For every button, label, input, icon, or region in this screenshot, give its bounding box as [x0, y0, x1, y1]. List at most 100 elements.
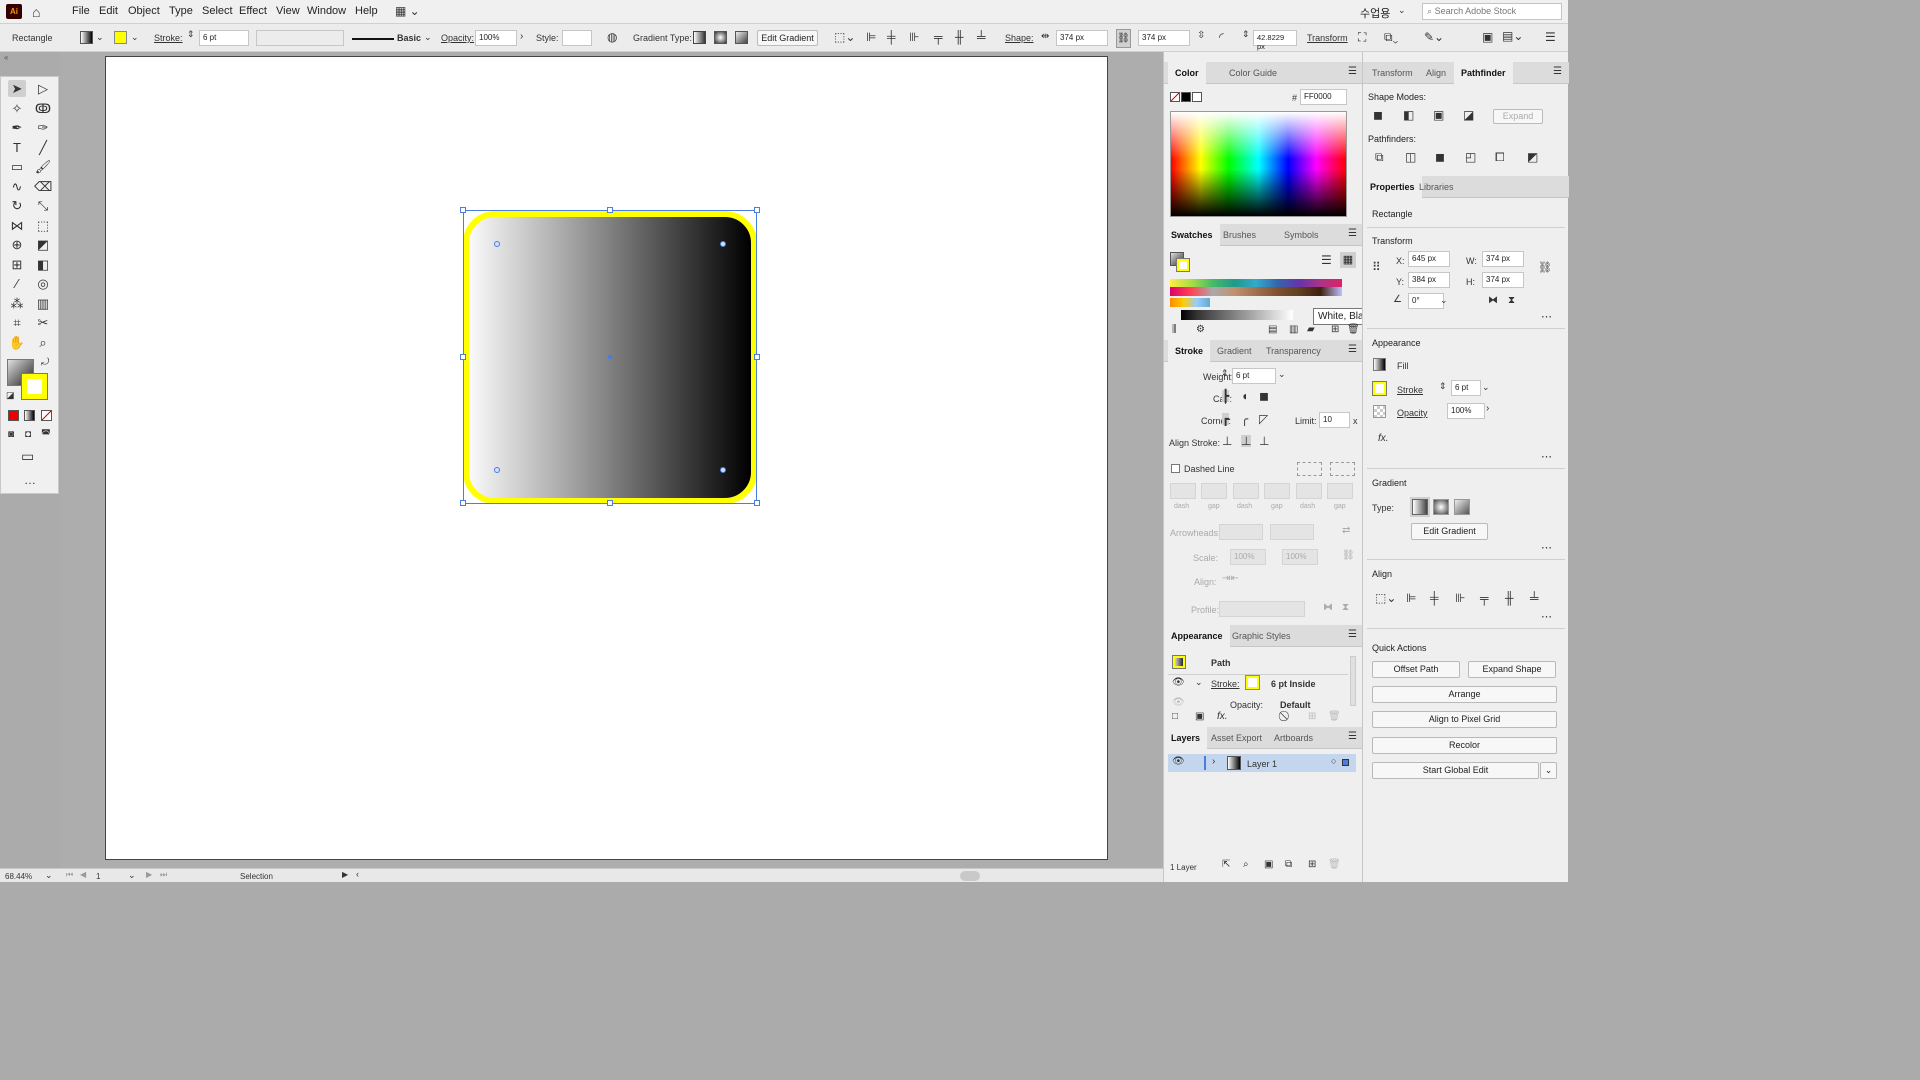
- radial-gradient-button[interactable]: [714, 31, 727, 44]
- chevron-right-icon[interactable]: ›: [1212, 757, 1215, 767]
- menu-icon[interactable]: ☰: [1545, 31, 1556, 43]
- color-spectrum[interactable]: [1170, 111, 1347, 217]
- eye-icon[interactable]: 👁: [1172, 698, 1185, 708]
- tab-asset-export[interactable]: Asset Export: [1204, 727, 1269, 749]
- stepper-icon[interactable]: ⇕: [1221, 369, 1229, 378]
- locate-object-icon[interactable]: ⌕: [1243, 860, 1249, 870]
- stroke-label[interactable]: Stroke: [1397, 385, 1423, 395]
- tab-artboards[interactable]: Artboards: [1267, 727, 1320, 749]
- next-artboard-icon[interactable]: ▶: [146, 871, 152, 879]
- miter-join-icon[interactable]: ┏: [1222, 413, 1230, 425]
- fill-swatch[interactable]: [80, 31, 93, 44]
- recolor-icon[interactable]: ◍: [607, 31, 617, 43]
- more-options-icon[interactable]: ⋯: [1541, 312, 1552, 323]
- first-artboard-icon[interactable]: ⏮: [66, 871, 73, 879]
- target-icon[interactable]: ○: [1331, 757, 1336, 766]
- screen-mode-icon[interactable]: ▭: [21, 449, 34, 463]
- new-sublayer-icon[interactable]: ⧉: [1285, 860, 1292, 870]
- butt-cap-icon[interactable]: ┣: [1222, 390, 1230, 402]
- global-edit-options-button[interactable]: ⌄: [1540, 762, 1557, 779]
- tab-libraries[interactable]: Libraries: [1412, 176, 1461, 198]
- opacity-label[interactable]: Opacity:: [441, 33, 474, 43]
- align-bottom-icon[interactable]: ╧: [977, 31, 986, 43]
- freeform-gradient-button[interactable]: [1454, 499, 1470, 515]
- panel-menu-icon[interactable]: ☰: [1348, 67, 1357, 77]
- swatch-row-2[interactable]: [1170, 287, 1342, 296]
- flip-horizontal-icon[interactable]: ⧓: [1488, 296, 1498, 306]
- flip-vertical-icon[interactable]: ⧗: [1508, 296, 1515, 306]
- appearance-opacity-label[interactable]: Opacity:: [1230, 700, 1263, 710]
- y-input[interactable]: 384 px: [1408, 272, 1450, 288]
- artboard-tool-icon[interactable]: ⌗: [8, 314, 26, 331]
- rectangle-tool-icon[interactable]: ▭: [8, 158, 26, 175]
- weight-input[interactable]: 6 pt: [1232, 368, 1276, 384]
- add-stroke-icon[interactable]: □: [1172, 712, 1178, 722]
- appearance-stroke-label[interactable]: Stroke:: [1211, 679, 1240, 689]
- add-fill-icon[interactable]: ▣: [1195, 712, 1204, 722]
- swap-colors-icon[interactable]: ⤾: [41, 358, 49, 368]
- trim-icon[interactable]: ◫: [1405, 151, 1416, 163]
- panel-menu-icon[interactable]: ☰: [1553, 67, 1562, 77]
- align-top-icon[interactable]: ╤: [934, 31, 943, 43]
- more-options-icon[interactable]: ⋯: [1541, 543, 1552, 554]
- magic-wand-tool-icon[interactable]: ✧: [8, 100, 26, 117]
- edit-gradient-button[interactable]: Edit Gradient: [1411, 523, 1488, 540]
- align-to-icon[interactable]: ⬚⌄: [834, 31, 855, 43]
- export-icon[interactable]: ⇱: [1222, 860, 1230, 870]
- curvature-tool-icon[interactable]: ✑: [34, 119, 52, 136]
- chevron-down-icon[interactable]: ⌄: [1440, 296, 1448, 305]
- duplicate-item-icon[interactable]: ⊞: [1308, 712, 1316, 722]
- align-to-icon[interactable]: ⬚⌄: [1375, 592, 1396, 604]
- delete-icon[interactable]: 🗑: [1328, 712, 1341, 722]
- panel-menu-icon[interactable]: ☰: [1348, 345, 1357, 355]
- appearance-stroke-swatch[interactable]: [1245, 675, 1260, 690]
- gradient-tool-icon[interactable]: ◧: [34, 256, 52, 273]
- align-outside-stroke-icon[interactable]: ⊥: [1259, 435, 1269, 447]
- flip-profile-icon[interactable]: ⧓: [1323, 603, 1333, 613]
- stepper-icon[interactable]: ⇕: [187, 30, 195, 39]
- resize-handle[interactable]: [754, 500, 760, 506]
- swatch-row-4[interactable]: [1181, 310, 1293, 320]
- minus-back-icon[interactable]: ◩: [1527, 151, 1538, 163]
- shape-builder-tool-icon[interactable]: ⊕: [8, 236, 26, 253]
- tab-brushes[interactable]: Brushes: [1216, 224, 1263, 246]
- chevron-down-icon[interactable]: ⌄: [128, 871, 136, 880]
- horizontal-scrollbar-thumb[interactable]: [960, 871, 980, 881]
- new-swatch-icon[interactable]: ⊞: [1331, 325, 1339, 335]
- expand-shape-button[interactable]: Expand Shape: [1468, 661, 1556, 678]
- reference-point-icon[interactable]: ⠿: [1372, 261, 1381, 273]
- tab-symbols[interactable]: Symbols: [1277, 224, 1326, 246]
- hand-tool-icon[interactable]: ✋: [8, 334, 26, 351]
- dash-input-1[interactable]: [1170, 483, 1196, 499]
- flip-profile-vertical-icon[interactable]: ⧗: [1342, 603, 1349, 613]
- fill-swatch[interactable]: [1373, 358, 1386, 371]
- workspace-name[interactable]: 수업용: [1360, 5, 1390, 21]
- menu-effect[interactable]: Effect: [239, 5, 267, 17]
- tab-align[interactable]: Align: [1419, 62, 1453, 84]
- shaper-tool-icon[interactable]: ∿: [8, 178, 26, 195]
- scale-end-input[interactable]: 100%: [1282, 549, 1318, 565]
- line-tool-icon[interactable]: ╱: [34, 139, 52, 156]
- isolate-icon[interactable]: ⛶: [1358, 31, 1366, 43]
- tab-color[interactable]: Color: [1168, 62, 1206, 84]
- stepper-icon[interactable]: ⇕: [1439, 382, 1447, 391]
- arrange-button[interactable]: Arrange: [1372, 686, 1557, 703]
- menu-file[interactable]: File: [72, 5, 90, 17]
- color-mode-button[interactable]: [8, 410, 19, 421]
- crop-icon[interactable]: ◰: [1465, 151, 1476, 163]
- panel-menu-icon[interactable]: ▤⌄: [1502, 30, 1523, 42]
- clipping-mask-icon[interactable]: ▣: [1264, 860, 1273, 870]
- swatch-row-3[interactable]: [1170, 298, 1210, 307]
- minus-front-icon[interactable]: ◧: [1403, 109, 1414, 121]
- shape-label[interactable]: Shape:: [1005, 33, 1034, 43]
- artboard-number[interactable]: 1: [96, 872, 100, 881]
- dash-input-3[interactable]: [1296, 483, 1322, 499]
- folder-icon[interactable]: ▰: [1307, 325, 1315, 335]
- panel-menu-icon[interactable]: ☰: [1348, 732, 1357, 742]
- eyedropper-tool-icon[interactable]: ⁄: [8, 275, 26, 292]
- merge-icon[interactable]: ◼: [1435, 151, 1445, 163]
- chevron-down-icon[interactable]: ⌄: [1482, 383, 1490, 392]
- link-icon[interactable]: ⛓: [1116, 29, 1131, 48]
- swatch-stroke-indicator[interactable]: [1176, 258, 1190, 272]
- delete-icon[interactable]: 🗑: [1328, 860, 1341, 870]
